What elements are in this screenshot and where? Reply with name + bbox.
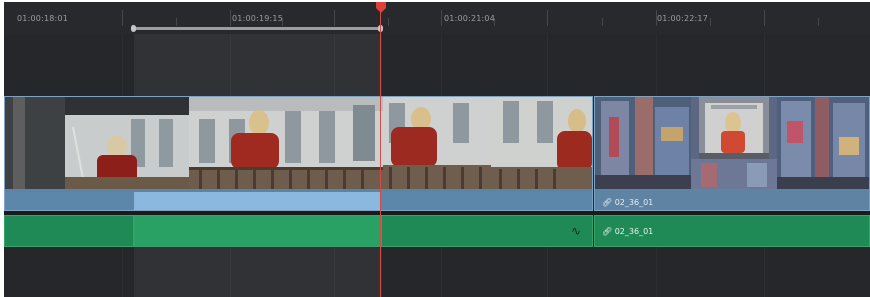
audio-fade-icon[interactable]: ∿ xyxy=(571,224,581,238)
frame-thumbnail xyxy=(491,97,592,189)
ruler-tick xyxy=(176,18,177,26)
video-clip-2[interactable]: 🔗︎ 02_36_01 xyxy=(594,96,870,211)
thumbnail-image xyxy=(691,97,777,189)
ruler-tick xyxy=(818,18,819,26)
ruler-timecode: 01:00:18:01 xyxy=(17,14,69,23)
link-icon: 🔗︎ xyxy=(602,198,613,207)
clip-name-text: 02_36_01 xyxy=(614,227,654,236)
video-clip-1[interactable] xyxy=(4,96,593,211)
ruler-tick xyxy=(334,10,335,26)
clip-name: 🔗︎ 02_36_01 xyxy=(602,198,653,207)
ruler-tick xyxy=(602,18,603,26)
frame-thumbnail xyxy=(5,97,189,189)
ruler-timecode: 01:00:19:15 xyxy=(232,14,284,23)
clip-name-bar xyxy=(5,192,135,210)
frame-thumbnail xyxy=(595,97,691,189)
audio-clip-1-segment[interactable]: ∿ xyxy=(381,215,593,247)
ruler-timecode: 01:00:22:17 xyxy=(657,14,709,23)
frame-thumbnail xyxy=(691,97,777,189)
timeline[interactable]: 01:00:18:01 01:00:19:15 01:00:21:04 01:0… xyxy=(4,2,870,297)
thumbnail-image xyxy=(595,97,691,189)
range-start-handle[interactable] xyxy=(131,25,136,32)
ruler-tick xyxy=(388,18,389,26)
thumbnail-image xyxy=(491,97,592,189)
selection-range-bar[interactable] xyxy=(134,27,382,30)
clip-name-text: 02_36_01 xyxy=(614,198,654,207)
playhead-line[interactable] xyxy=(380,2,381,297)
ruler-tick xyxy=(122,10,123,26)
clip-thumbnails xyxy=(5,97,592,189)
frame-thumbnail xyxy=(189,97,383,189)
link-icon: 🔗︎ xyxy=(602,227,613,236)
frame-thumbnail xyxy=(383,97,491,189)
audio-clip-2[interactable]: 🔗︎ 02_36_01 xyxy=(594,215,870,247)
thumbnail-image xyxy=(5,97,189,189)
playhead-marker-icon[interactable] xyxy=(375,2,387,14)
thumbnail-image xyxy=(777,97,869,189)
ruler-tick xyxy=(710,18,711,26)
clip-thumbnails xyxy=(595,97,869,189)
clip-name-bar xyxy=(381,192,592,210)
video-track-v1: 🔗︎ 02_36_01 xyxy=(4,96,870,211)
ruler-tick xyxy=(441,10,442,26)
clip-name-bar-selected xyxy=(134,192,381,210)
thumbnail-image xyxy=(383,97,491,189)
ruler-tick xyxy=(764,10,765,26)
audio-track-a1: ∿ 🔗︎ 02_36_01 xyxy=(4,215,870,247)
frame-thumbnail xyxy=(777,97,869,189)
audio-clip-1-selected-segment[interactable] xyxy=(134,215,381,247)
audio-clip-1-segment[interactable] xyxy=(4,215,134,247)
ruler-tick xyxy=(230,10,231,26)
ruler-tick xyxy=(547,10,548,26)
ruler-timecode: 01:00:21:04 xyxy=(444,14,496,23)
thumbnail-image xyxy=(189,97,383,189)
clip-name: 🔗︎ 02_36_01 xyxy=(602,227,653,236)
